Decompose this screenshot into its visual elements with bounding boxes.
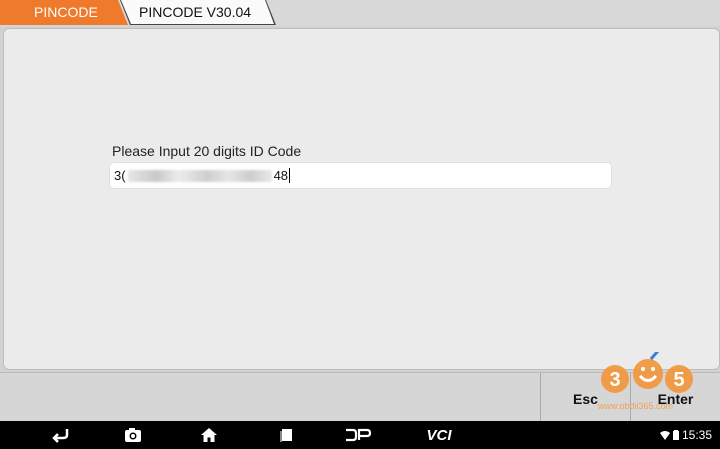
text-caret	[289, 168, 291, 183]
camera-icon[interactable]	[121, 425, 145, 445]
wifi-icon	[659, 430, 670, 440]
id-code-input[interactable]: 3( 48	[109, 162, 612, 189]
home-icon[interactable]	[197, 425, 221, 445]
recent-apps-icon[interactable]	[275, 425, 297, 445]
id-code-label: Please Input 20 digits ID Code	[112, 143, 302, 159]
vci-label: VCI	[426, 426, 452, 444]
system-nav-bar: DP VCI 15:35	[0, 421, 720, 449]
main-panel	[3, 28, 720, 370]
tab-pincode[interactable]: PINCODE	[0, 0, 128, 25]
id-code-value-start: 3(	[114, 168, 126, 183]
action-bar: Esc Enter	[0, 372, 720, 422]
id-code-value-end: 48	[273, 168, 289, 183]
vci-icon[interactable]: VCI	[419, 425, 459, 445]
redacted-digits	[127, 169, 272, 182]
enter-button[interactable]: Enter	[630, 373, 720, 422]
battery-icon	[672, 430, 679, 440]
back-icon[interactable]	[48, 425, 72, 445]
status-area: 15:35	[659, 421, 712, 449]
esc-button[interactable]: Esc	[540, 373, 630, 422]
watermark-url: www.obdii365.com	[598, 401, 674, 411]
dp-icon[interactable]: DP	[343, 425, 373, 445]
clock: 15:35	[681, 428, 712, 442]
tab-pincode-version-label: PINCODE V30.04	[139, 4, 252, 20]
tab-bar: PINCODE PINCODE V30.04	[0, 0, 720, 26]
tab-pincode-version[interactable]: PINCODE V30.04	[121, 0, 274, 24]
tab-pincode-label: PINCODE	[34, 4, 98, 20]
dp-label: DP	[344, 428, 346, 429]
